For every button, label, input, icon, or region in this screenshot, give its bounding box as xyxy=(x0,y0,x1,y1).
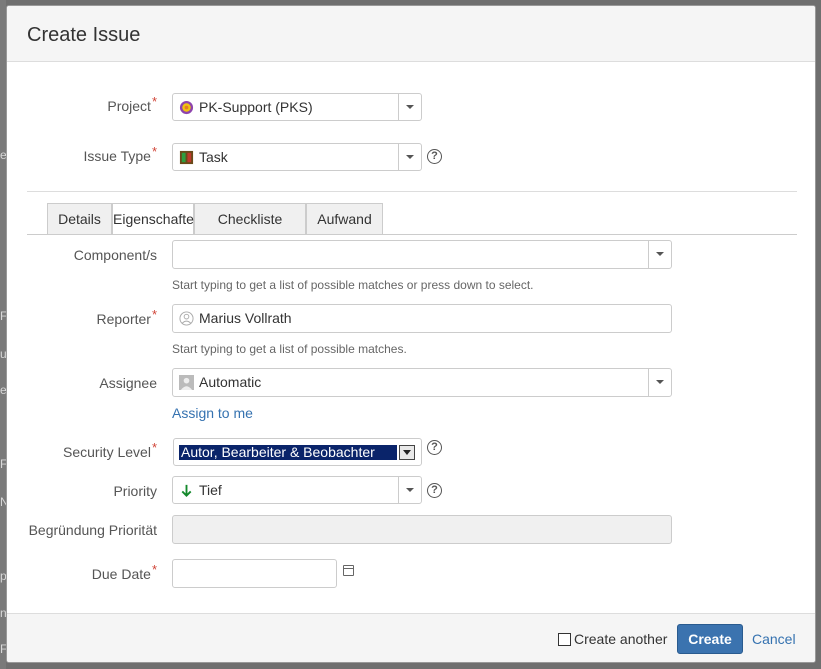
reporter-value: Marius Vollrath xyxy=(199,310,292,326)
priority-value: Tief xyxy=(199,482,222,498)
assignee-value: Automatic xyxy=(199,374,262,390)
components-label: Component/s xyxy=(73,247,157,263)
chevron-down-icon[interactable] xyxy=(398,477,421,503)
task-icon xyxy=(179,150,194,165)
reporter-hint: Start typing to get a list of possible m… xyxy=(172,342,407,356)
reporter-label: Reporter* xyxy=(96,307,157,327)
project-value: PK-Support (PKS) xyxy=(199,99,313,115)
default-user-icon xyxy=(179,375,194,390)
chevron-down-icon[interactable] xyxy=(398,144,421,170)
assign-to-me-link[interactable]: Assign to me xyxy=(172,405,253,421)
chevron-down-icon[interactable] xyxy=(648,241,671,268)
components-hint: Start typing to get a list of possible m… xyxy=(172,278,534,292)
project-avatar-icon xyxy=(179,100,194,115)
priority-reason-label: Begründung Priorität xyxy=(28,522,157,538)
chevron-down-icon[interactable] xyxy=(398,94,421,120)
components-input[interactable] xyxy=(172,240,672,269)
dialog-title: Create Issue xyxy=(27,24,141,46)
reporter-input[interactable]: Marius Vollrath xyxy=(172,304,672,333)
required-marker: * xyxy=(151,307,157,322)
issue-type-value: Task xyxy=(199,149,228,165)
issue-type-select[interactable]: Task xyxy=(172,143,422,171)
required-marker: * xyxy=(151,440,157,455)
priority-label: Priority xyxy=(113,483,157,499)
divider xyxy=(27,191,797,192)
dialog-header: Create Issue xyxy=(7,6,815,62)
required-marker: * xyxy=(151,94,157,109)
tab-details[interactable]: Details xyxy=(47,203,112,234)
cancel-link[interactable]: Cancel xyxy=(752,631,796,647)
create-button[interactable]: Create xyxy=(677,624,743,654)
create-issue-dialog: Create Issue Project* PK-Support (PKS) I… xyxy=(6,5,816,663)
help-icon[interactable]: ? xyxy=(427,440,442,455)
project-select[interactable]: PK-Support (PKS) xyxy=(172,93,422,121)
priority-reason-input xyxy=(172,515,672,544)
assignee-label: Assignee xyxy=(99,375,157,391)
help-icon[interactable]: ? xyxy=(427,483,442,498)
tab-aufwand[interactable]: Aufwand xyxy=(306,203,383,234)
tab-underline xyxy=(27,234,797,235)
chevron-down-icon[interactable] xyxy=(648,369,671,396)
security-level-select[interactable]: Autor, Bearbeiter & Beobachter xyxy=(173,438,422,466)
create-another-label[interactable]: Create another xyxy=(574,631,667,647)
tab-checkliste[interactable]: Checkliste xyxy=(194,203,306,234)
security-level-label: Security Level* xyxy=(63,440,157,460)
calendar-icon[interactable] xyxy=(343,565,354,576)
create-another-checkbox[interactable] xyxy=(558,633,571,646)
due-date-input[interactable] xyxy=(172,559,337,588)
arrow-down-icon xyxy=(181,484,192,497)
required-marker: * xyxy=(151,144,157,159)
user-avatar-icon xyxy=(179,311,194,326)
issue-type-label: Issue Type* xyxy=(83,144,157,164)
project-label: Project* xyxy=(107,94,157,114)
required-marker: * xyxy=(151,562,157,577)
due-date-label: Due Date* xyxy=(91,562,157,582)
security-level-value: Autor, Bearbeiter & Beobachter xyxy=(179,445,397,460)
help-icon[interactable]: ? xyxy=(427,149,442,164)
priority-select[interactable]: Tief xyxy=(172,476,422,504)
chevron-down-icon[interactable] xyxy=(399,445,415,460)
tab-eigenschaften[interactable]: Eigenschaften xyxy=(112,203,202,235)
dialog-footer: Create another Create Cancel xyxy=(7,613,815,662)
assignee-select[interactable]: Automatic xyxy=(172,368,672,397)
